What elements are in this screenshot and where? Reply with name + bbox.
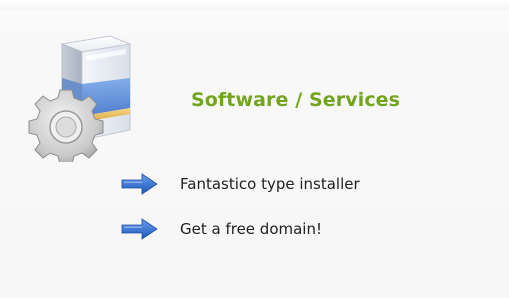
blue-arrow-icon [121, 173, 158, 195]
panel-top-strip [0, 0, 509, 10]
software-services-panel: Software / Services Fantastico type inst… [0, 0, 509, 298]
link-label[interactable]: Fantastico type installer [180, 175, 360, 193]
software-server-gear-icon [28, 35, 132, 162]
section-title: Software / Services [191, 89, 401, 111]
blue-arrow-icon [121, 218, 158, 240]
link-label[interactable]: Get a free domain! [180, 220, 322, 238]
link-fantastico-installer[interactable]: Fantastico type installer [120, 170, 360, 198]
link-free-domain[interactable]: Get a free domain! [120, 215, 322, 243]
